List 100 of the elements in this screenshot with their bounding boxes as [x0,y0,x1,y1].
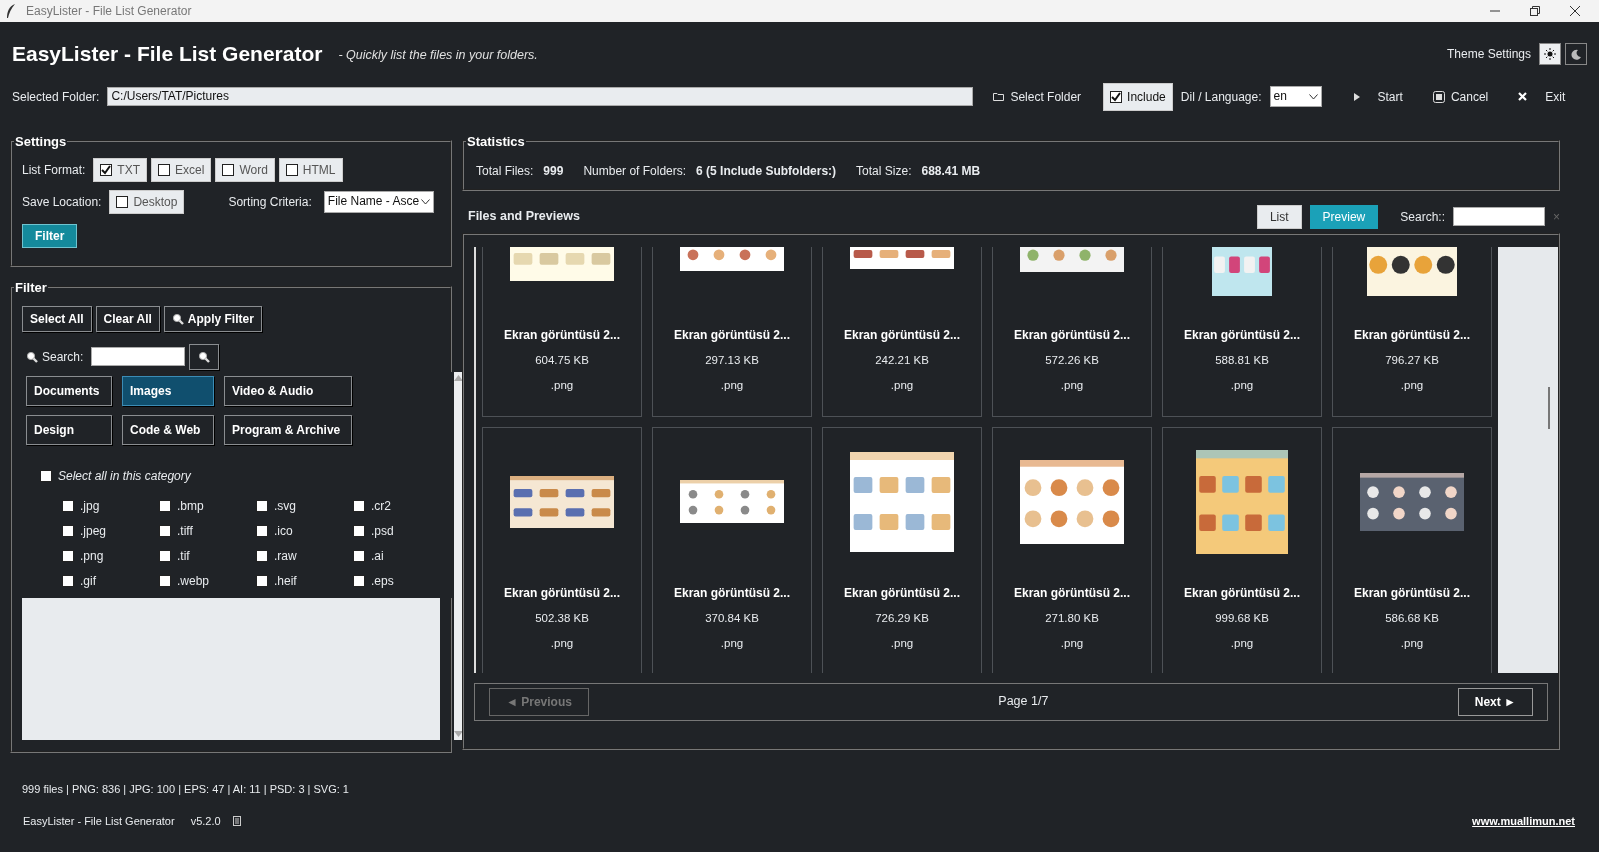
extension-checkbox[interactable]: .jpg [62,496,159,515]
extension-checkbox[interactable]: .cr2 [353,496,450,515]
folder-icon [993,92,1005,101]
search-button[interactable] [189,343,220,370]
category-tab[interactable]: Images [122,375,214,406]
format-checkbox[interactable]: HTML [278,157,343,182]
sorting-select[interactable]: File Name - Asce [323,190,434,213]
scrollbar[interactable] [454,371,463,740]
filter-action-button[interactable]: Clear All [95,305,160,332]
search-field[interactable] [91,347,186,366]
file-size: 502.38 KB [535,610,589,626]
view-toggle-button[interactable]: List [1256,204,1302,229]
file-size: 572.26 KB [1045,352,1099,368]
file-card[interactable]: Ekran görüntüsü 2... 502.38 KB .png [482,426,642,673]
include-checkbox[interactable]: Include [1103,82,1173,111]
file-card[interactable]: Ekran görüntüsü 2... 726.29 KB .png [822,426,982,673]
format-checkbox[interactable]: Word [215,157,275,182]
sun-icon [1544,47,1556,60]
category-tab[interactable]: Design [26,414,112,445]
theme-button[interactable] [1565,42,1587,65]
extension-checkbox[interactable]: .tiff [159,521,256,540]
search-field[interactable] [1453,207,1545,226]
file-extension: .png [1400,377,1424,393]
stat-label: Total Size: [856,162,912,180]
file-name: Ekran görüntüsü 2... [1354,584,1470,602]
extension-checkbox[interactable]: .tif [159,546,256,565]
save-location-checkbox[interactable]: Desktop [109,189,185,214]
file-size: 242.21 KB [875,352,929,368]
category-tab[interactable]: Code & Web [122,414,214,445]
close-icon [1518,92,1528,101]
window-title: EasyLister - File List Generator [26,3,192,20]
file-extension: .png [550,377,574,393]
start-button[interactable]: Start [1349,85,1407,108]
chevron-down-icon [420,198,430,205]
file-card[interactable]: Ekran görüntüsü 2... 242.21 KB .png [822,246,982,417]
filter-action-button[interactable]: Select All [22,305,92,332]
app-name: EasyLister - File List Generator [23,813,175,829]
cancel-button[interactable]: Cancel [1428,85,1493,108]
document-icon [232,815,241,826]
extension-checkbox[interactable]: .bmp [159,496,256,515]
page-indicator: Page 1/7 [998,693,1049,711]
statistics-title: Statistics [466,134,526,148]
file-size: 586.68 KB [1385,610,1439,626]
folder-field[interactable]: C:/Users/TAT/Pictures [107,87,974,106]
format-checkbox[interactable]: TXT [93,157,148,182]
file-size: 297.13 KB [705,352,759,368]
extension-checkbox[interactable]: .ai [353,546,450,565]
extension-checkbox[interactable]: .png [62,546,159,565]
file-card[interactable]: Ekran görüntüsü 2... 572.26 KB .png [992,246,1152,417]
theme-button[interactable] [1539,42,1561,65]
scrollbar[interactable] [1498,246,1558,673]
scroll-down-icon [454,730,463,737]
extension-checkbox[interactable]: .heif [256,571,353,590]
extension-checkbox[interactable]: .gif [62,571,159,590]
file-card[interactable]: Ekran görüntüsü 2... 297.13 KB .png [652,246,812,417]
category-tab[interactable]: Program & Archive [224,414,352,445]
extension-checkbox[interactable]: .ico [256,521,353,540]
search-label: Search: [42,348,84,366]
extension-checkbox[interactable]: .psd [353,521,450,540]
scrollbar-thumb[interactable] [1548,386,1550,429]
format-label: List Format: [22,161,86,179]
file-card[interactable]: Ekran görüntüsü 2... 999.68 KB .png [1162,426,1322,673]
feather-icon [4,3,18,19]
exit-button[interactable]: Exit [1514,85,1570,108]
file-card[interactable]: Ekran görüntüsü 2... 586.68 KB .png [1332,426,1492,673]
extension-checkbox[interactable]: .webp [159,571,256,590]
play-icon [1353,92,1360,101]
filter-action-button[interactable]: Apply Filter [163,305,262,332]
moon-icon [1570,47,1582,60]
category-tab[interactable]: Documents [26,375,112,406]
file-card[interactable]: Ekran görüntüsü 2... 604.75 KB .png [482,246,642,417]
file-name: Ekran görüntüsü 2... [504,584,620,602]
scroll-up-icon [454,374,463,381]
extension-checkbox[interactable]: .svg [256,496,353,515]
file-size: 999.68 KB [1215,610,1269,626]
extension-checkbox[interactable]: .jpeg [62,521,159,540]
language-select[interactable]: en [1269,86,1322,107]
stat-label: Number of Folders: [583,162,687,180]
file-card[interactable]: Ekran görüntüsü 2... 370.84 KB .png [652,426,812,673]
file-name: Ekran görüntüsü 2... [1014,326,1130,344]
extension-checkbox[interactable]: .raw [256,546,353,565]
file-size: 370.84 KB [705,610,759,626]
next-button[interactable]: Next ► [1457,687,1533,716]
extension-checkbox[interactable]: .eps [353,571,450,590]
file-card[interactable]: Ekran görüntüsü 2... 271.80 KB .png [992,426,1152,673]
file-extension: .png [1230,377,1254,393]
file-extension: .png [550,635,574,651]
filter-button[interactable]: Filter [22,223,78,248]
format-checkbox[interactable]: Excel [151,157,212,182]
file-size: 726.29 KB [875,610,929,626]
category-tab[interactable]: Video & Audio [224,375,352,406]
file-size: 588.81 KB [1215,352,1269,368]
file-card[interactable]: Ekran görüntüsü 2... 588.81 KB .png [1162,246,1322,417]
website-link[interactable]: www.muallimun.net [1472,812,1575,829]
app-title: EasyLister - File List Generator [12,41,323,67]
select-folder-button[interactable]: Select Folder [989,85,1086,108]
file-card[interactable]: Ekran görüntüsü 2... 796.27 KB .png [1332,246,1492,417]
file-name: Ekran görüntüsü 2... [674,326,790,344]
search-label: Search:: [1400,208,1445,226]
select-all-checkbox[interactable]: Select all in this category [40,466,450,485]
